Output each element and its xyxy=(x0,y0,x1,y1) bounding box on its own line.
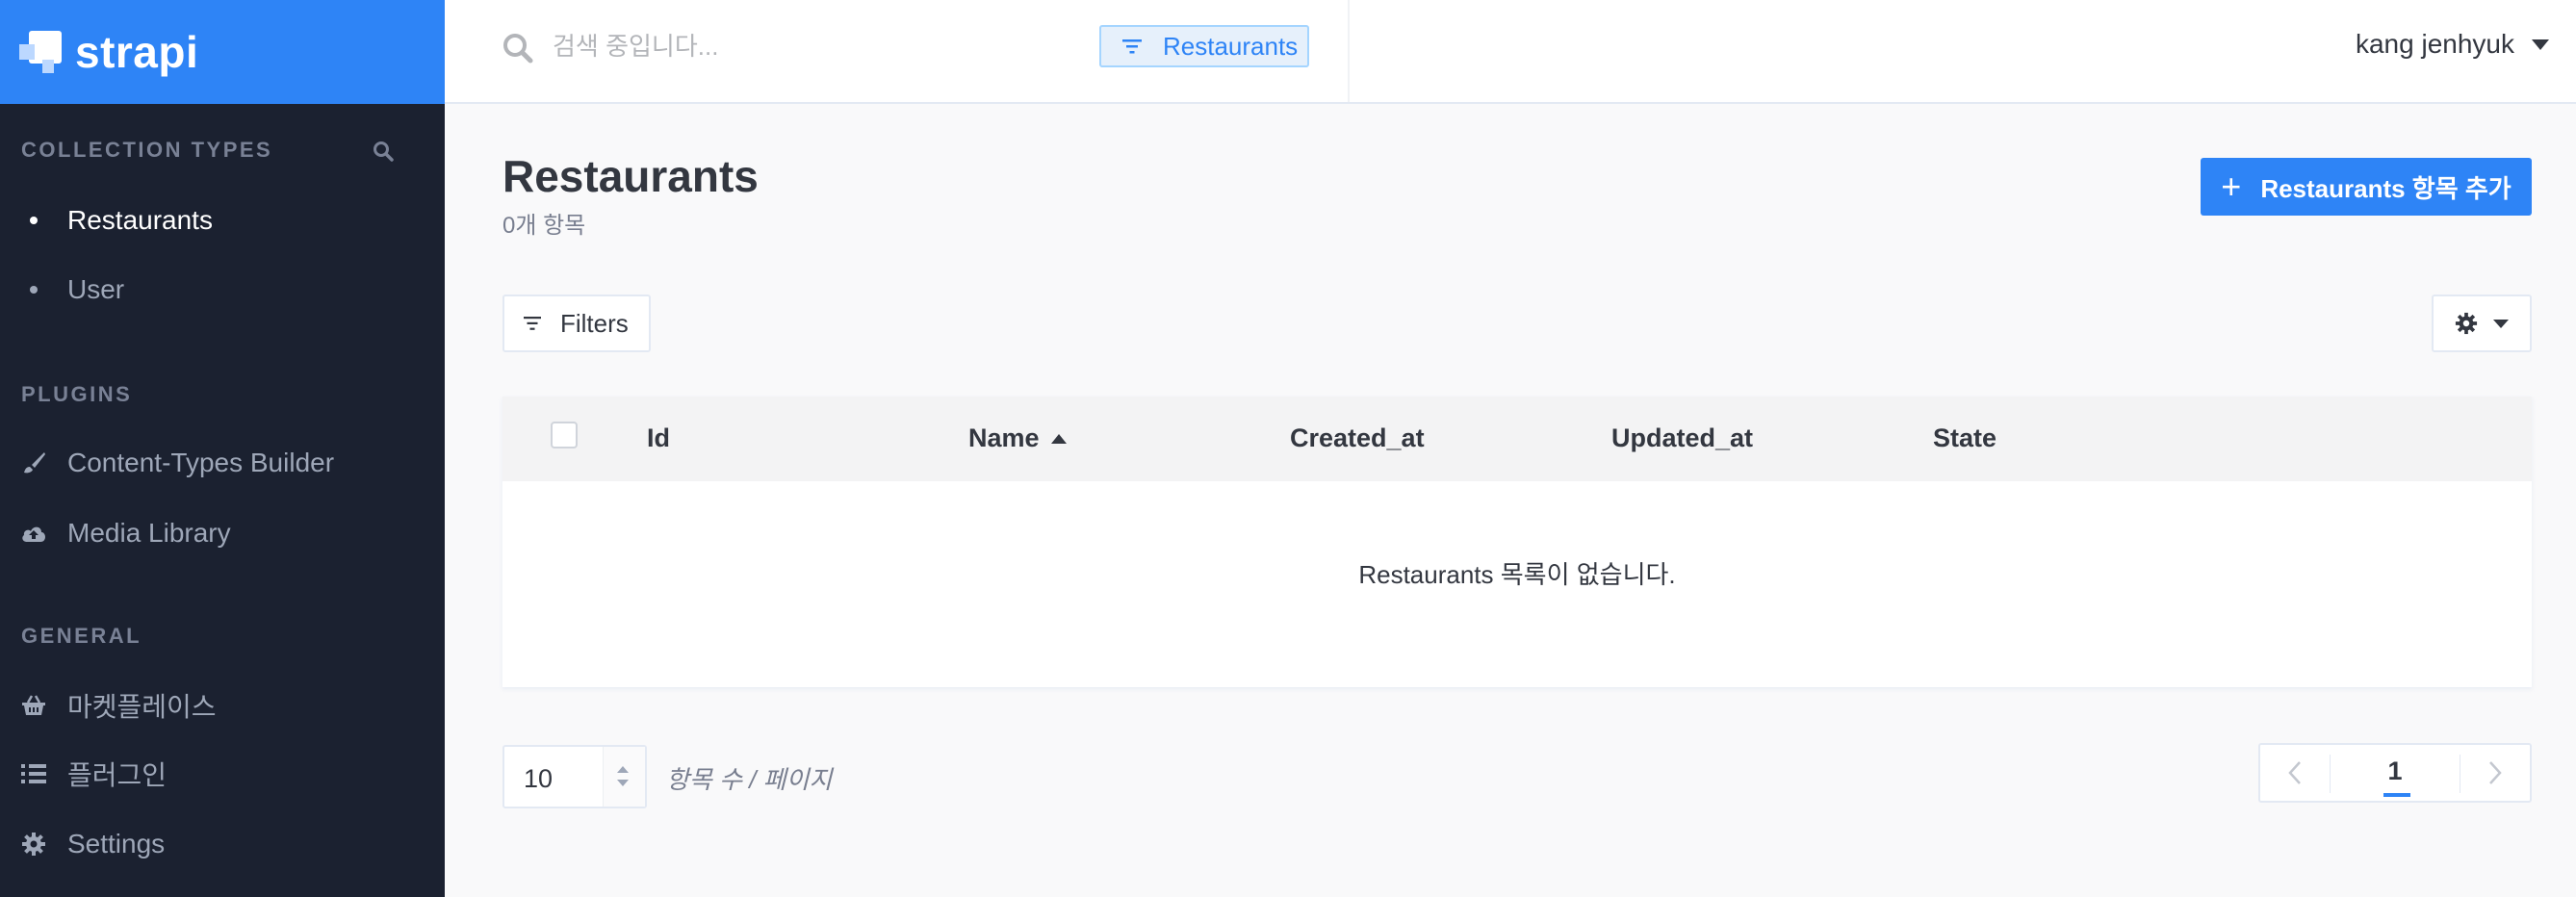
column-header-name[interactable]: Name xyxy=(968,423,1067,453)
per-page-spinner[interactable] xyxy=(603,747,645,807)
sort-asc-icon xyxy=(1050,433,1067,444)
filters-label: Filters xyxy=(560,308,629,338)
sidebar-item-label: User xyxy=(67,274,125,304)
top-header: Restaurants kang jenhyuk xyxy=(445,0,2576,104)
section-title-plugins: PLUGINS xyxy=(21,382,133,406)
gear-icon xyxy=(22,833,45,856)
sidebar-item-label: 플러그인 xyxy=(67,760,167,790)
cloud-upload-icon xyxy=(22,526,45,542)
gear-icon xyxy=(2455,312,2478,335)
chevron-right-icon xyxy=(2489,761,2502,784)
plus-icon: + xyxy=(2221,167,2242,206)
current-page-indicator xyxy=(2383,793,2410,797)
column-header-updated-at[interactable]: Updated_at xyxy=(1611,423,1753,453)
column-header-state[interactable]: State xyxy=(1933,423,1996,453)
filters-button[interactable]: Filters xyxy=(502,295,651,352)
sidebar-item-label: Content-Types Builder xyxy=(67,448,335,477)
chevron-left-icon xyxy=(2288,761,2301,784)
sidebar-item-media-library[interactable]: Media Library xyxy=(0,509,445,557)
header-divider xyxy=(1348,0,1350,102)
section-title-general: GENERAL xyxy=(21,624,142,648)
filter-tag-label: Restaurants xyxy=(1163,31,1299,61)
list-icon xyxy=(21,764,46,783)
user-name: kang jenhyuk xyxy=(2355,29,2514,59)
column-header-id[interactable]: Id xyxy=(647,423,670,453)
add-entry-button[interactable]: + Restaurants 항목 추가 xyxy=(2201,158,2532,216)
paint-brush-icon xyxy=(24,452,45,474)
section-title-collection-types: COLLECTION TYPES xyxy=(21,138,273,162)
caret-down-icon xyxy=(617,780,629,786)
column-header-created-at[interactable]: Created_at xyxy=(1290,423,1425,453)
sidebar-item-label: 마켓플레이스 xyxy=(67,692,217,722)
basket-icon xyxy=(22,695,45,715)
filter-icon xyxy=(524,317,541,330)
sidebar-item-content-types-builder[interactable]: Content-Types Builder xyxy=(0,439,445,487)
caret-up-icon xyxy=(617,766,629,773)
brand-name: strapi xyxy=(75,27,199,77)
bullet-icon xyxy=(30,217,38,224)
sidebar-item-label: Settings xyxy=(67,829,166,859)
entries-table: Id Name Created_at Updated_at State Rest… xyxy=(502,397,2532,687)
previous-page-button[interactable] xyxy=(2260,745,2330,801)
add-entry-label: Restaurants 항목 추가 xyxy=(2260,173,2512,203)
table-header: Id Name Created_at Updated_at State xyxy=(502,397,2532,481)
search-input[interactable] xyxy=(553,27,1034,65)
sidebar-item-restaurants[interactable]: Restaurants xyxy=(0,196,445,244)
entry-count: 0개 항목 xyxy=(502,213,586,239)
search-icon xyxy=(503,34,533,64)
next-page-button[interactable] xyxy=(2460,745,2530,801)
strapi-logo-icon xyxy=(19,31,62,73)
sidebar: strapi COLLECTION TYPES Restaurants User… xyxy=(0,0,445,897)
per-page-label: 항목 수 / 페이지 xyxy=(666,765,833,794)
user-menu[interactable]: kang jenhyuk xyxy=(2356,29,2549,60)
sidebar-item-marketplace[interactable]: 마켓플레이스 xyxy=(0,681,445,730)
list-settings-button[interactable] xyxy=(2432,295,2532,352)
empty-table-message: Restaurants 목록이 없습니다. xyxy=(1358,560,1676,589)
page-title: Restaurants xyxy=(502,151,759,201)
sidebar-item-settings[interactable]: Settings xyxy=(0,820,445,868)
page-number-current[interactable]: 1 xyxy=(2376,756,2414,786)
pagination: 1 xyxy=(2258,743,2532,803)
bullet-icon xyxy=(30,286,38,294)
filter-icon xyxy=(1122,39,1142,54)
search-filter-tag[interactable]: Restaurants xyxy=(1099,25,1309,67)
per-page-value: 10 xyxy=(524,764,554,793)
select-all-checkbox[interactable] xyxy=(551,422,578,448)
search-icon[interactable] xyxy=(372,140,395,163)
caret-down-icon xyxy=(2493,319,2509,328)
sidebar-item-label: Media Library xyxy=(67,518,231,548)
brand-header[interactable]: strapi xyxy=(0,0,445,104)
per-page-select[interactable]: 10 xyxy=(502,745,647,808)
sidebar-item-user[interactable]: User xyxy=(0,266,445,314)
sidebar-item-label: Restaurants xyxy=(67,205,213,235)
sidebar-item-plugins[interactable]: 플러그인 xyxy=(0,750,445,798)
caret-down-icon xyxy=(2532,38,2549,50)
